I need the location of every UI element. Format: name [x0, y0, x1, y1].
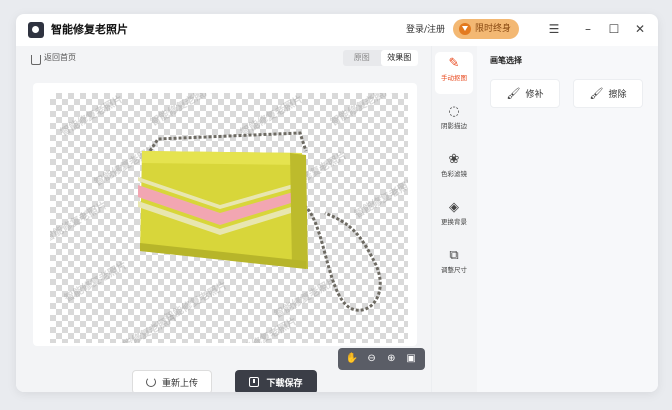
repair-brush-icon: 🖌	[506, 87, 521, 100]
tool-resize[interactable]: ⧉ 调整尺寸	[435, 244, 473, 286]
erase-brush-icon: 🖌	[589, 87, 604, 100]
minimize-icon[interactable]: –	[581, 22, 595, 36]
reupload-label: 重新上传	[161, 378, 198, 389]
tool-shadow-outline[interactable]: ◌ 阴影描边	[435, 100, 473, 142]
app-window: 智能修复老照片 登录/注册 限时终身 ☰ – ☐ ✕ 返回首页 原图 效果图 智…	[16, 14, 658, 392]
maximize-icon[interactable]: ☐	[607, 22, 621, 36]
workspace: 返回首页 原图 效果图 智能修复老照片 智能修复老照片 智能修复老照片 智能修复…	[16, 46, 658, 392]
vip-label: 限时终身	[475, 24, 512, 34]
brush-panel-title: 画笔选择	[490, 56, 522, 65]
app-logo-icon	[28, 22, 44, 38]
brush-panel: 画笔选择 🖌 修补 🖌 擦除	[477, 46, 658, 392]
zoom-out-icon[interactable]: ⊖	[365, 353, 379, 365]
tool-label: 色彩滤镜	[441, 170, 467, 178]
fit-screen-icon[interactable]: ▣	[404, 353, 418, 365]
change-background-icon: ◈	[449, 200, 459, 215]
hand-icon[interactable]: ✋	[345, 353, 359, 365]
download-icon	[249, 377, 260, 387]
tool-label: 阴影描边	[441, 122, 467, 130]
tab-original[interactable]: 原图	[343, 50, 381, 66]
close-icon[interactable]: ✕	[633, 22, 647, 36]
diamond-icon	[459, 23, 471, 35]
color-filter-icon: ❀	[448, 152, 460, 167]
transparent-background[interactable]: 智能修复老照片 智能修复老照片 智能修复老照片 智能修复老照片 智能修复老照片 …	[50, 93, 408, 343]
tool-label: 更换背景	[441, 218, 467, 226]
refresh-icon	[145, 377, 156, 387]
back-home-link[interactable]: 返回首页	[31, 52, 76, 65]
view-toggle: 原图 效果图	[343, 50, 418, 66]
shadow-outline-icon: ◌	[448, 104, 460, 119]
home-icon	[31, 55, 41, 65]
zoom-toolbar: ✋ ⊖ ⊕ ▣	[338, 348, 425, 370]
repair-brush-label: 修补	[525, 90, 544, 100]
login-link[interactable]: 登录/注册	[406, 23, 445, 37]
manual-cutout-icon: ✎	[448, 56, 460, 71]
app-title: 智能修复老照片	[51, 23, 128, 36]
tool-manual-cutout[interactable]: ✎ 手动抠图	[435, 52, 473, 94]
vip-button[interactable]: 限时终身	[453, 19, 519, 39]
back-home-label: 返回首页	[44, 53, 76, 62]
title-bar: 智能修复老照片 登录/注册 限时终身 ☰ – ☐ ✕	[16, 14, 658, 46]
preview-area: 返回首页 原图 效果图 智能修复老照片 智能修复老照片 智能修复老照片 智能修复…	[16, 46, 431, 392]
menu-icon[interactable]: ☰	[547, 22, 561, 36]
image-canvas: 智能修复老照片 智能修复老照片 智能修复老照片 智能修复老照片 智能修复老照片 …	[33, 83, 425, 370]
reupload-button[interactable]: 重新上传	[132, 370, 212, 392]
zoom-in-icon[interactable]: ⊕	[384, 353, 398, 365]
download-button[interactable]: 下载保存	[235, 370, 317, 392]
tool-sidebar: ✎ 手动抠图 ◌ 阴影描边 ❀ 色彩滤镜 ◈ 更换背景 ⧉ 调整尺寸	[431, 46, 477, 392]
erase-brush-label: 擦除	[608, 90, 627, 100]
tool-change-background[interactable]: ◈ 更换背景	[435, 196, 473, 238]
erase-brush-button[interactable]: 🖌 擦除	[573, 79, 643, 108]
tool-label: 手动抠图	[441, 74, 467, 82]
handbag-image	[138, 131, 382, 312]
tab-result[interactable]: 效果图	[380, 50, 418, 66]
tool-label: 调整尺寸	[441, 266, 467, 274]
resize-icon: ⧉	[449, 248, 459, 263]
download-label: 下载保存	[266, 378, 303, 389]
tool-color-filter[interactable]: ❀ 色彩滤镜	[435, 148, 473, 190]
repair-brush-button[interactable]: 🖌 修补	[490, 79, 560, 108]
